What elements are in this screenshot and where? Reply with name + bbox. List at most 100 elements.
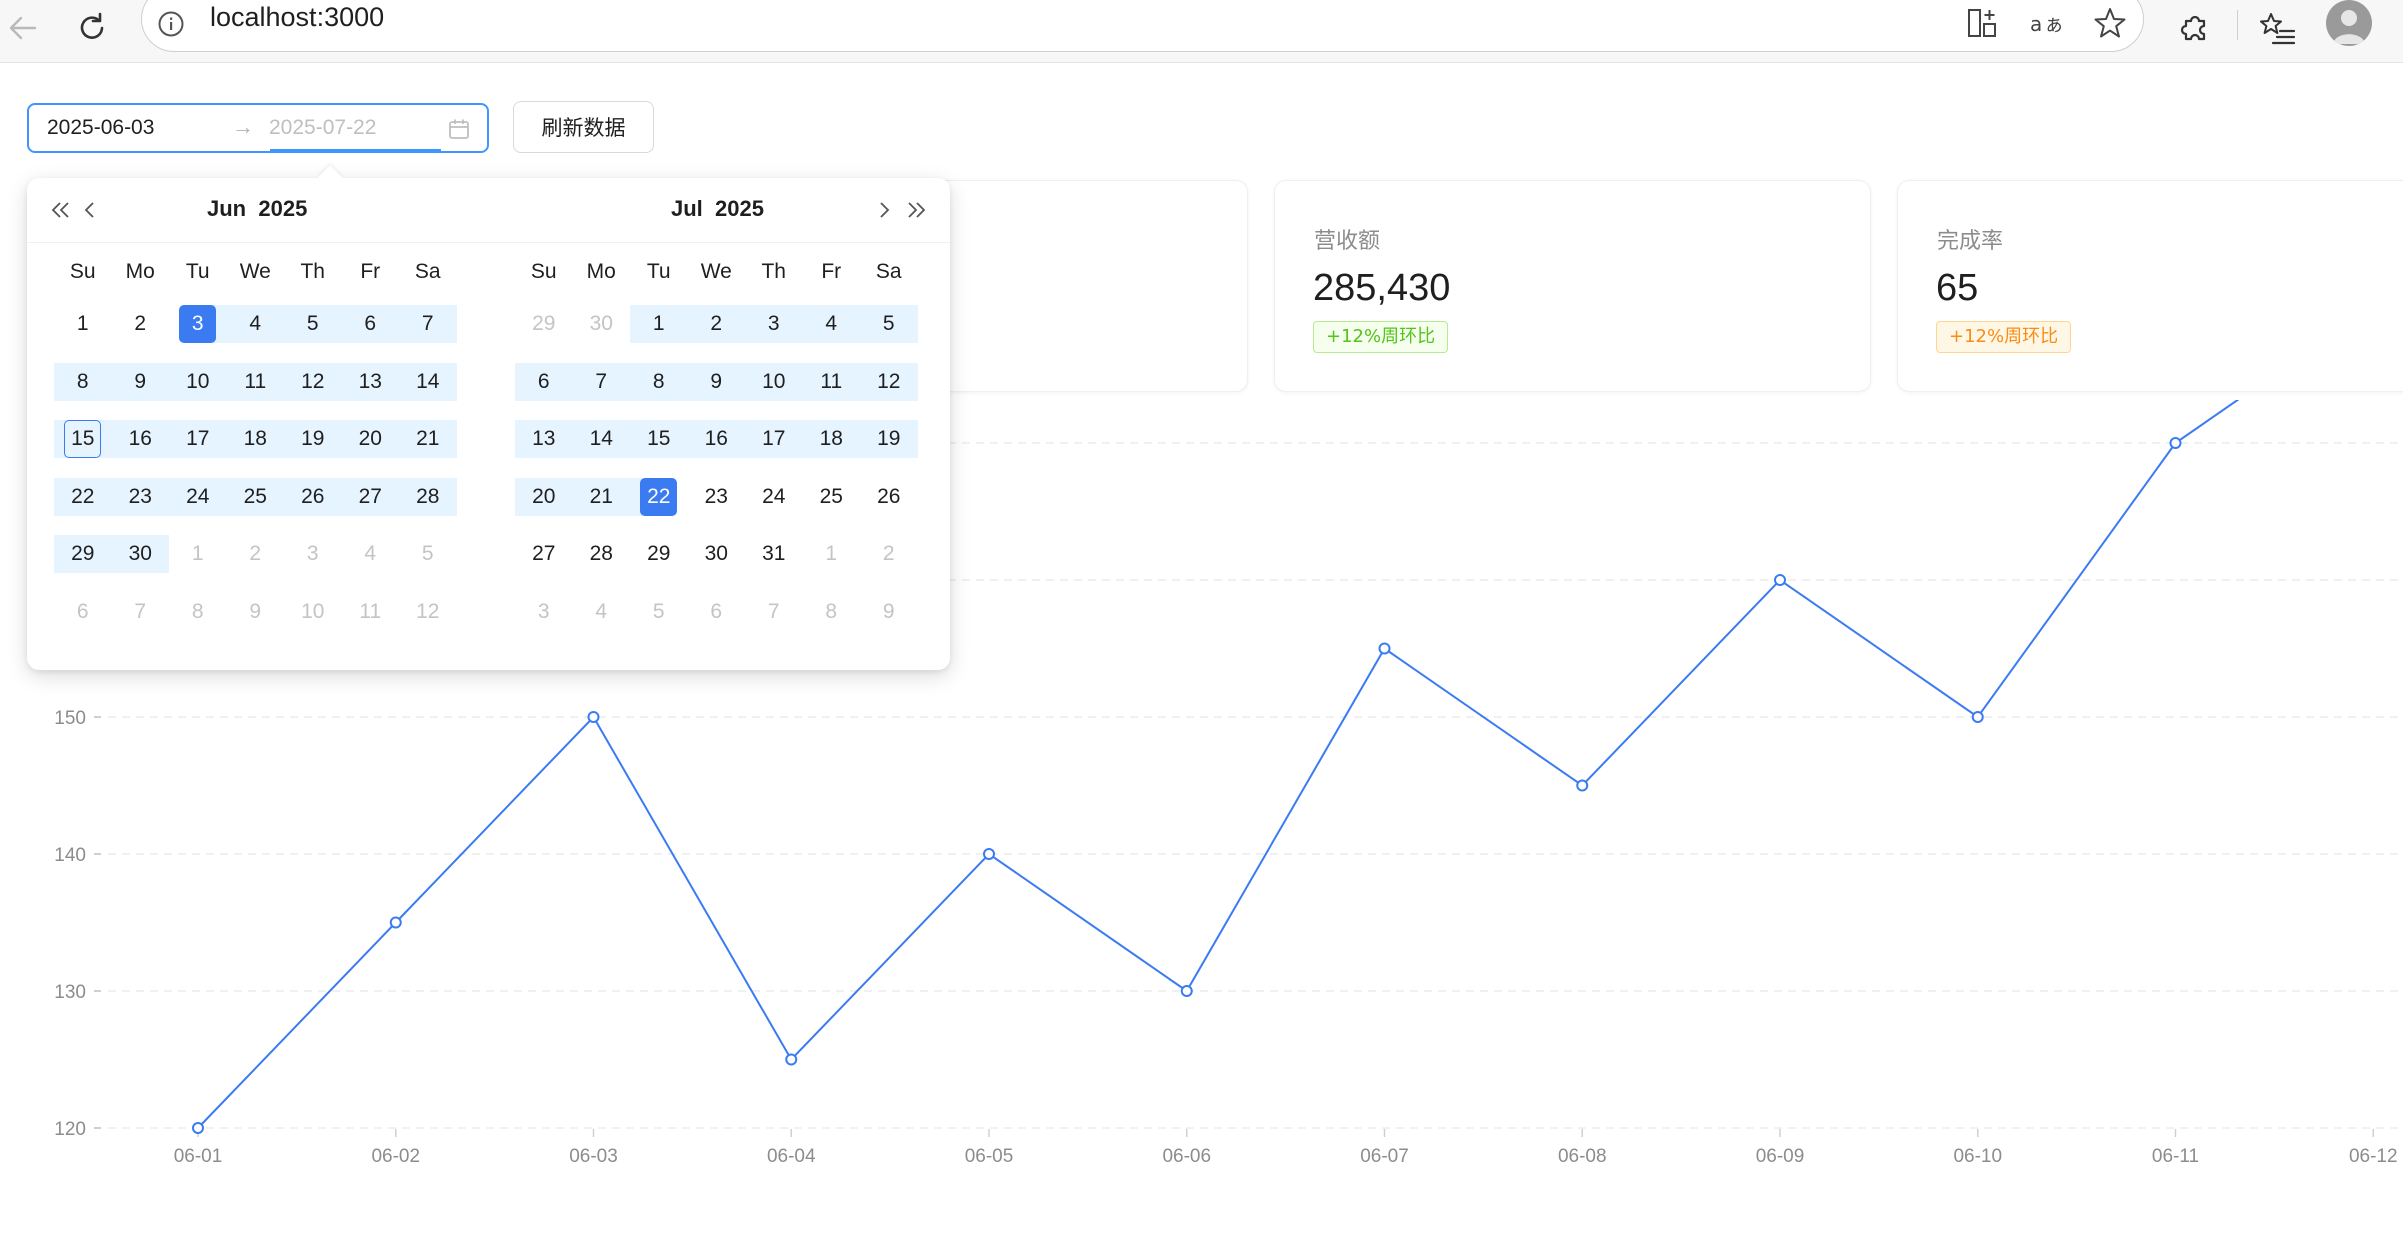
calendar-day[interactable]: 10 xyxy=(745,363,803,401)
refresh-data-button[interactable]: 刷新数据 xyxy=(513,101,654,153)
calendar-day[interactable]: 7 xyxy=(399,305,457,343)
calendar-day[interactable]: 18 xyxy=(227,420,285,458)
calendar-day[interactable]: 3 xyxy=(515,593,573,631)
calendar-day[interactable]: 12 xyxy=(860,363,918,401)
calendar-day[interactable]: 13 xyxy=(515,420,573,458)
next-year-icon[interactable] xyxy=(902,196,930,224)
range-end-input[interactable]: 2025-07-22 xyxy=(269,116,376,140)
calendar-day[interactable]: 30 xyxy=(573,305,631,343)
calendar-day[interactable]: 17 xyxy=(745,420,803,458)
calendar-day[interactable]: 19 xyxy=(860,420,918,458)
calendar-day[interactable]: 10 xyxy=(169,363,227,401)
calendar-day[interactable]: 9 xyxy=(860,593,918,631)
left-year[interactable]: 2025 xyxy=(258,196,307,221)
calendar-day[interactable]: 11 xyxy=(342,593,400,631)
calendar-day[interactable]: 29 xyxy=(630,535,688,573)
calendar-day[interactable]: 22 xyxy=(54,478,112,516)
calendar-day[interactable]: 1 xyxy=(169,535,227,573)
calendar-day[interactable]: 6 xyxy=(342,305,400,343)
right-year[interactable]: 2025 xyxy=(715,196,764,221)
calendar-day[interactable]: 5 xyxy=(860,305,918,343)
calendar-day[interactable]: 14 xyxy=(399,363,457,401)
calendar-day[interactable]: 27 xyxy=(515,535,573,573)
read-aloud-icon[interactable]: aぁ xyxy=(2028,5,2064,41)
calendar-day[interactable]: 24 xyxy=(745,478,803,516)
calendar-day[interactable]: 11 xyxy=(803,363,861,401)
calendar-day[interactable]: 15 xyxy=(54,420,112,458)
calendar-day[interactable]: 1 xyxy=(803,535,861,573)
next-month-icon[interactable] xyxy=(870,196,898,224)
right-month-title[interactable]: Jul 2025 xyxy=(671,196,764,222)
calendar-day[interactable]: 9 xyxy=(688,363,746,401)
calendar-day[interactable]: 6 xyxy=(515,363,573,401)
calendar-day[interactable]: 30 xyxy=(688,535,746,573)
calendar-day[interactable]: 29 xyxy=(54,535,112,573)
calendar-day[interactable]: 22 xyxy=(630,477,688,516)
split-screen-icon[interactable] xyxy=(1964,5,2000,41)
calendar-day[interactable]: 1 xyxy=(630,305,688,343)
favorite-star-icon[interactable] xyxy=(2092,5,2128,41)
calendar-day[interactable]: 25 xyxy=(803,478,861,516)
calendar-day[interactable]: 2 xyxy=(112,305,170,343)
calendar-day[interactable]: 28 xyxy=(399,478,457,516)
calendar-day[interactable]: 2 xyxy=(227,535,285,573)
calendar-day[interactable]: 1 xyxy=(54,305,112,343)
left-month[interactable]: Jun xyxy=(207,196,246,221)
calendar-day[interactable]: 17 xyxy=(169,420,227,458)
calendar-day[interactable]: 16 xyxy=(112,420,170,458)
calendar-day[interactable]: 9 xyxy=(112,363,170,401)
site-info-icon[interactable] xyxy=(157,10,185,38)
left-month-title[interactable]: Jun 2025 xyxy=(207,196,307,222)
extensions-icon[interactable] xyxy=(2173,6,2217,50)
right-month[interactable]: Jul xyxy=(671,196,703,221)
calendar-day[interactable]: 25 xyxy=(227,478,285,516)
calendar-day[interactable]: 4 xyxy=(573,593,631,631)
calendar-day[interactable]: 30 xyxy=(112,535,170,573)
profile-avatar-icon[interactable] xyxy=(2326,0,2372,46)
calendar-day[interactable]: 26 xyxy=(860,478,918,516)
calendar-day[interactable]: 21 xyxy=(573,478,631,516)
calendar-day[interactable]: 27 xyxy=(342,478,400,516)
calendar-day[interactable]: 28 xyxy=(573,535,631,573)
calendar-day[interactable]: 24 xyxy=(169,478,227,516)
calendar-day[interactable]: 23 xyxy=(688,478,746,516)
calendar-icon[interactable] xyxy=(447,117,471,141)
address-bar[interactable]: localhost:3000 aぁ xyxy=(141,0,2144,52)
calendar-day[interactable]: 4 xyxy=(803,305,861,343)
calendar-day[interactable]: 26 xyxy=(284,478,342,516)
url-text[interactable]: localhost:3000 xyxy=(210,0,384,37)
calendar-day[interactable]: 9 xyxy=(227,593,285,631)
calendar-day[interactable]: 20 xyxy=(515,478,573,516)
calendar-day[interactable]: 3 xyxy=(169,305,227,343)
calendar-day[interactable]: 19 xyxy=(284,420,342,458)
calendar-day[interactable]: 7 xyxy=(573,363,631,401)
calendar-day[interactable]: 3 xyxy=(284,535,342,573)
calendar-day[interactable]: 13 xyxy=(342,363,400,401)
calendar-day[interactable]: 5 xyxy=(284,305,342,343)
calendar-day[interactable]: 8 xyxy=(803,593,861,631)
calendar-day[interactable]: 15 xyxy=(630,420,688,458)
calendar-day[interactable]: 11 xyxy=(227,363,285,401)
calendar-day[interactable]: 10 xyxy=(284,593,342,631)
calendar-day[interactable]: 29 xyxy=(515,305,573,343)
calendar-day[interactable]: 23 xyxy=(112,478,170,516)
prev-year-icon[interactable] xyxy=(47,196,75,224)
reload-icon[interactable] xyxy=(70,6,114,50)
calendar-day[interactable]: 2 xyxy=(688,305,746,343)
back-icon[interactable] xyxy=(0,6,44,50)
calendar-day[interactable]: 16 xyxy=(688,420,746,458)
calendar-day[interactable]: 7 xyxy=(745,593,803,631)
calendar-day[interactable]: 20 xyxy=(342,420,400,458)
calendar-day[interactable]: 3 xyxy=(745,305,803,343)
favorites-list-icon[interactable] xyxy=(2256,6,2300,50)
range-start-input[interactable]: 2025-06-03 xyxy=(47,116,154,140)
calendar-day[interactable]: 2 xyxy=(860,535,918,573)
calendar-day[interactable]: 5 xyxy=(630,593,688,631)
calendar-day[interactable]: 5 xyxy=(399,535,457,573)
calendar-day[interactable]: 6 xyxy=(54,593,112,631)
date-range-picker[interactable]: 2025-06-03 → 2025-07-22 xyxy=(27,103,489,153)
calendar-day[interactable]: 7 xyxy=(112,593,170,631)
prev-month-icon[interactable] xyxy=(76,196,104,224)
calendar-day[interactable]: 31 xyxy=(745,535,803,573)
calendar-day[interactable]: 4 xyxy=(342,535,400,573)
